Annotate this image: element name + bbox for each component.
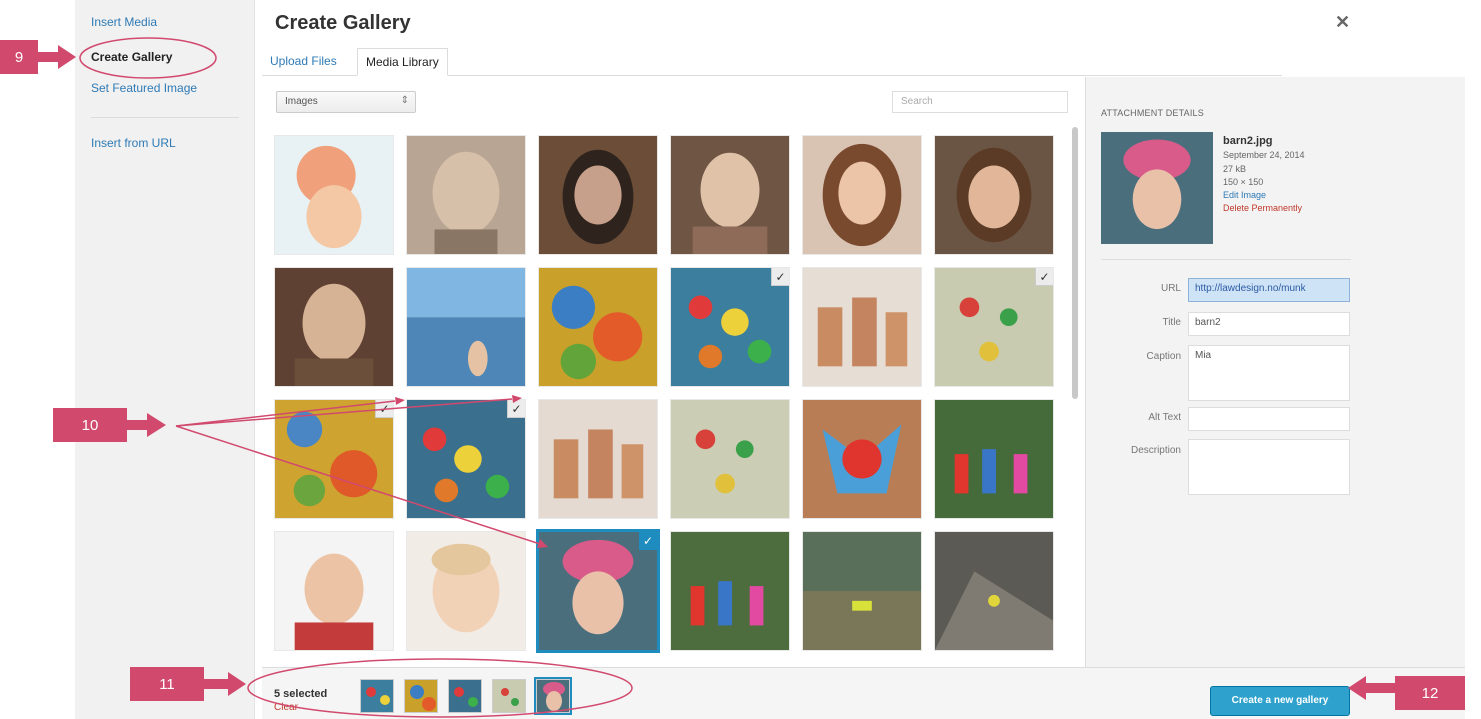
sidebar-item-create-gallery[interactable]: Create Gallery <box>91 50 172 64</box>
selected-thumbnail[interactable] <box>360 679 394 713</box>
screenshot-stage: Insert Media Create Gallery Set Featured… <box>0 0 1481 719</box>
details-divider <box>1101 259 1351 260</box>
title-label: Title <box>1162 317 1181 328</box>
media-item[interactable] <box>802 267 922 387</box>
attachment-dimensions: 150 × 150 <box>1223 177 1264 187</box>
media-item[interactable] <box>538 135 658 255</box>
selection-count: 5 selected <box>274 688 328 700</box>
alt-text-field[interactable] <box>1188 407 1350 431</box>
selected-check-icon[interactable]: ✓ <box>639 532 657 550</box>
callout-11: 11 <box>130 667 204 701</box>
media-item[interactable] <box>934 399 1054 519</box>
selected-thumbnail[interactable] <box>448 679 482 713</box>
media-item[interactable] <box>802 135 922 255</box>
media-item[interactable] <box>670 135 790 255</box>
media-item[interactable] <box>406 267 526 387</box>
sidebar-item-insert-media[interactable]: Insert Media <box>91 15 157 29</box>
selected-thumbnail-active[interactable] <box>534 677 572 715</box>
media-item[interactable]: ✓ <box>274 399 394 519</box>
media-item[interactable] <box>274 531 394 651</box>
callout-12: 12 <box>1395 676 1465 710</box>
sidebar-item-insert-from-url[interactable]: Insert from URL <box>91 136 176 150</box>
delete-permanently-link[interactable]: Delete Permanently <box>1223 203 1302 213</box>
selection-toolbar: 5 selected Clear Create a new gallery <box>262 667 1465 719</box>
selected-thumbnail[interactable] <box>492 679 526 713</box>
select-arrows-icon: ⇕ <box>400 95 409 106</box>
media-item[interactable] <box>802 399 922 519</box>
media-item[interactable]: ✓ <box>406 399 526 519</box>
filter-value: Images <box>285 96 318 107</box>
media-search-input[interactable]: Search <box>892 91 1068 113</box>
attachment-details-panel: Attachment Details barn2.jpg September 2… <box>1085 77 1465 667</box>
media-item[interactable] <box>802 531 922 651</box>
selected-check-icon[interactable]: ✓ <box>507 400 525 418</box>
url-label: URL <box>1160 283 1181 294</box>
selected-thumbnail[interactable] <box>404 679 438 713</box>
media-item-selected[interactable]: ✓ <box>536 529 660 653</box>
attachment-date: September 24, 2014 <box>1223 150 1305 160</box>
url-field[interactable]: http://lawdesign.no/munk <box>1188 278 1350 302</box>
media-item[interactable] <box>406 531 526 651</box>
selected-check-icon[interactable]: ✓ <box>771 268 789 286</box>
caption-field[interactable]: Mia <box>1188 345 1350 401</box>
media-item[interactable] <box>274 135 394 255</box>
selected-check-icon[interactable]: ✓ <box>1035 268 1053 286</box>
alt-text-label: Alt Text <box>1148 412 1181 423</box>
sidebar-divider <box>91 117 239 118</box>
tab-upload-files[interactable]: Upload Files <box>262 48 345 76</box>
media-item[interactable] <box>670 531 790 651</box>
tab-media-library[interactable]: Media Library <box>357 48 448 76</box>
close-icon[interactable]: ✕ <box>1335 12 1350 33</box>
attachment-size: 27 kB <box>1223 164 1247 174</box>
selected-check-icon[interactable]: ✓ <box>375 400 393 418</box>
callout-9: 9 <box>0 40 38 74</box>
modal-title: Create Gallery <box>275 12 411 34</box>
attachment-thumbnail <box>1101 132 1213 244</box>
caption-label: Caption <box>1146 351 1181 362</box>
description-label: Description <box>1130 445 1181 456</box>
media-item[interactable] <box>406 135 526 255</box>
media-tabs: Upload Files Media Library <box>262 48 1282 76</box>
media-item[interactable]: ✓ <box>934 267 1054 387</box>
media-item[interactable] <box>274 267 394 387</box>
attachment-filename: barn2.jpg <box>1223 135 1273 147</box>
description-field[interactable] <box>1188 439 1350 495</box>
scrollbar[interactable] <box>1072 127 1078 399</box>
media-item[interactable] <box>934 135 1054 255</box>
title-field[interactable]: barn2 <box>1188 312 1350 336</box>
media-item[interactable] <box>538 267 658 387</box>
media-filter-select[interactable]: Images ⇕ <box>276 91 416 113</box>
media-item[interactable] <box>670 399 790 519</box>
media-item[interactable]: ✓ <box>670 267 790 387</box>
sidebar-item-set-featured-image[interactable]: Set Featured Image <box>91 81 197 95</box>
clear-selection-link[interactable]: Clear <box>274 702 298 713</box>
media-sidebar: Insert Media Create Gallery Set Featured… <box>75 0 255 719</box>
media-item[interactable] <box>538 399 658 519</box>
attachment-details-heading: Attachment Details <box>1101 108 1204 118</box>
media-item[interactable] <box>934 531 1054 651</box>
create-new-gallery-button[interactable]: Create a new gallery <box>1210 686 1350 716</box>
callout-10: 10 <box>53 408 127 442</box>
media-library-panel: Images ⇕ Search ✓ ✓ ✓ ✓ ✓ <box>262 77 1082 667</box>
edit-image-link[interactable]: Edit Image <box>1223 190 1266 200</box>
